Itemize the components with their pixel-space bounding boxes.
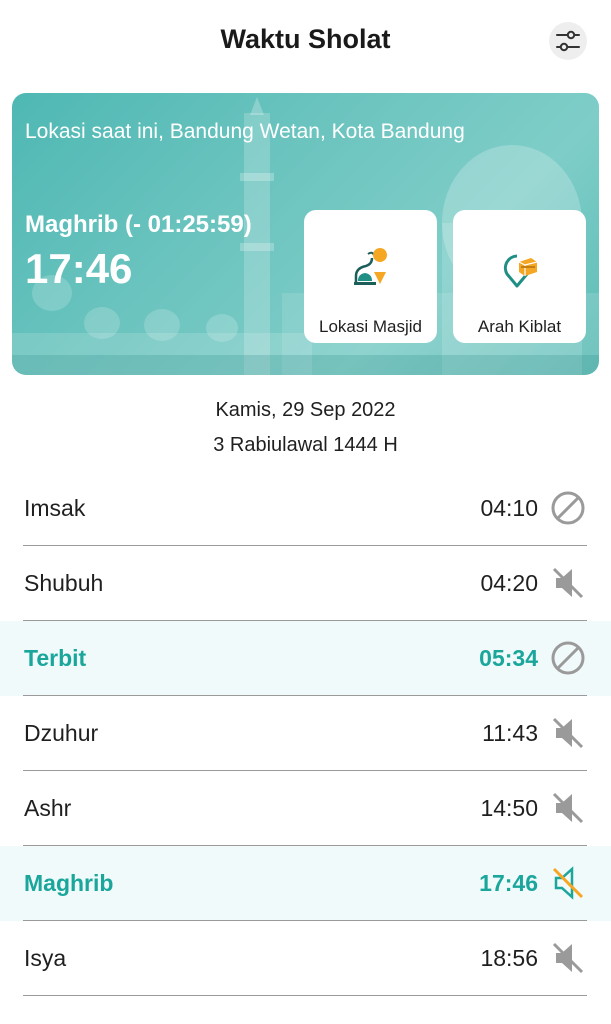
gregorian-date: Kamis, 29 Sep 2022 [215, 399, 396, 421]
prayer-name: Dzuhur [24, 720, 99, 746]
prayer-time: 04:20 [480, 570, 538, 596]
prayer-row-shubuh[interactable]: Shubuh 04:20 [0, 546, 611, 621]
prayer-time: 04:10 [480, 495, 538, 521]
speaker-muted-highlight-icon[interactable] [550, 865, 586, 901]
prayer-row-ashr[interactable]: Ashr 14:50 [0, 771, 611, 846]
settings-button[interactable] [549, 22, 587, 60]
prayer-name: Imsak [24, 495, 86, 521]
speaker-muted-icon[interactable] [550, 790, 586, 826]
speaker-muted-icon[interactable] [550, 565, 586, 601]
page-title: Waktu Sholat [220, 24, 391, 54]
prayer-name: Isya [24, 945, 67, 971]
divider [23, 995, 587, 996]
qibla-direction-label: Arah Kiblat [477, 317, 562, 336]
prayer-time: 11:43 [482, 720, 538, 746]
prayer-row-terbit[interactable]: Terbit 05:34 [0, 621, 611, 696]
kaaba-direction-icon [503, 254, 537, 288]
speaker-muted-icon[interactable] [550, 940, 586, 976]
app-bar: Waktu Sholat [0, 0, 611, 84]
prayer-name: Maghrib [24, 870, 114, 896]
next-prayer-time: 17:46 [25, 245, 133, 292]
prayer-time: 14:50 [480, 795, 538, 821]
prayer-name: Shubuh [24, 570, 104, 596]
next-prayer-countdown: Maghrib (- 01:25:59) [25, 211, 252, 238]
prayer-name: Terbit [24, 645, 87, 671]
prayer-name: Ashr [24, 795, 72, 821]
prayer-row-dzuhur[interactable]: Dzuhur 11:43 [0, 696, 611, 771]
prayer-row-imsak[interactable]: Imsak 04:10 [0, 471, 611, 546]
sliders-icon [556, 30, 580, 52]
speaker-muted-icon[interactable] [550, 715, 586, 751]
current-location: Lokasi saat ini, Bandung Wetan, Kota Ban… [25, 120, 465, 143]
mosque-location-icon [353, 248, 387, 285]
prayer-time: 18:56 [480, 945, 538, 971]
mosque-location-label: Lokasi Masjid [319, 317, 422, 336]
disabled-icon[interactable] [550, 640, 586, 676]
prayer-row-maghrib[interactable]: Maghrib 17:46 [0, 846, 611, 921]
disabled-icon[interactable] [550, 490, 586, 526]
hijri-date: 3 Rabiulawal 1444 H [213, 434, 398, 456]
next-prayer-card: Lokasi saat ini, Bandung Wetan, Kota Ban… [12, 93, 599, 375]
prayer-times-list: Imsak 04:10 Shubuh 04:20 Terbit 05:34 Dzuhur 11… [0, 471, 611, 996]
prayer-time: 17:46 [479, 870, 538, 896]
prayer-row-isya[interactable]: Isya 18:56 [0, 921, 611, 996]
qibla-direction-button[interactable]: Arah Kiblat [453, 210, 586, 343]
prayer-time: 05:34 [479, 645, 538, 671]
mosque-location-button[interactable]: Lokasi Masjid [304, 210, 437, 343]
